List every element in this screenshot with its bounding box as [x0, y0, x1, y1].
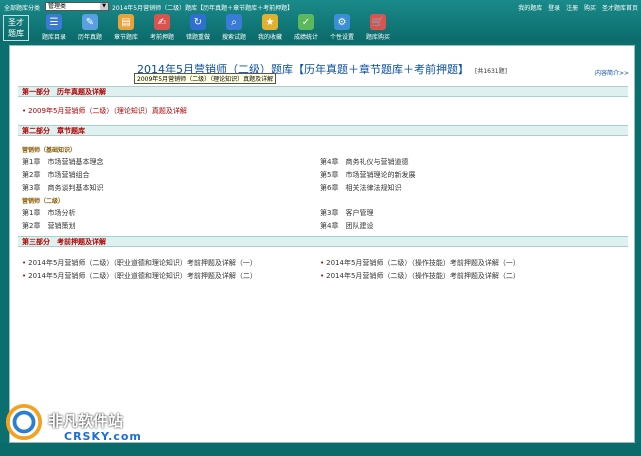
- toolbar-button-label: 历年真题: [77, 34, 102, 41]
- list-item-label: 2014年5月营销师（二级）（职业道德和理论知识）考前押题及详解（一）: [28, 259, 257, 267]
- exam-paper-icon: ✎: [82, 14, 98, 30]
- list-item[interactable]: 第3章 客户管理: [320, 208, 373, 218]
- bullet-icon: •: [22, 107, 27, 115]
- category-select-value: 管理类: [48, 3, 67, 10]
- group-title: 营销师（基础知识）: [22, 147, 77, 154]
- list-item[interactable]: 第2章 营销策划: [22, 221, 75, 231]
- toolbar-button-catalog[interactable]: ☰ 题库目录: [36, 14, 72, 42]
- link-login[interactable]: 登录: [548, 5, 560, 12]
- toolbar-button-exam-paper[interactable]: ✎ 历年真题: [72, 14, 108, 42]
- favorite-icon: ★: [262, 14, 278, 30]
- link-home[interactable]: 圣才题库首页: [602, 5, 638, 12]
- window-title: 2014年5月营销师（二级）题库【历年真题＋章节题库＋考前押题】: [112, 5, 294, 12]
- toolbar-button-label: 错题重做: [185, 34, 210, 41]
- list-item[interactable]: • 2014年5月营销师（二级）（职业道德和理论知识）考前押题及详解（一）: [22, 258, 257, 268]
- category-select[interactable]: 管理类 ▼: [45, 2, 109, 11]
- list-item[interactable]: 第4章 商务礼仪与营销道德: [320, 157, 408, 167]
- toolbar-button-label: 搜索试题: [221, 34, 246, 41]
- list-item[interactable]: 第1章 市场分析: [22, 208, 75, 218]
- cart-icon: 🛒: [370, 14, 386, 30]
- bullet-icon: •: [320, 259, 325, 267]
- toolbar-button-label: 我的收藏: [257, 34, 282, 41]
- toolbar-button-statistics[interactable]: ✓ 成绩统计: [288, 14, 324, 42]
- toolbar-button-favorite[interactable]: ★ 我的收藏: [252, 14, 288, 42]
- toolbar-button-forecast[interactable]: ✍ 考前押题: [144, 14, 180, 42]
- list-item[interactable]: • 2009年5月营销师（二级）（理论知识）真题及详解: [22, 106, 187, 116]
- list-item[interactable]: 第2章 市场营销组合: [22, 170, 89, 180]
- bullet-icon: •: [320, 272, 325, 280]
- list-item[interactable]: • 2014年5月营销师（二级）（操作技能）考前押题及详解（二）: [320, 271, 520, 281]
- tooltip: 2009年5月营销师（二级）（理论知识）真题及详解: [134, 73, 277, 84]
- list-item-label: 2014年5月营销师（二级）（操作技能）考前押题及详解（一）: [326, 259, 520, 267]
- category-label: 全部题库分类: [4, 5, 41, 12]
- watermark-text: 非凡软件站: [48, 412, 124, 430]
- group-title: 营销师（二级）: [22, 198, 65, 205]
- statistics-icon: ✓: [298, 14, 314, 30]
- toolbar-button-label: 题库购买: [365, 34, 390, 41]
- chapter-icon: ▤: [118, 14, 134, 30]
- list-item[interactable]: 第6章 相关法律法规知识: [320, 183, 401, 193]
- bullet-icon: •: [22, 259, 27, 267]
- toolbar-button-label: 个性设置: [329, 34, 354, 41]
- question-count: [共1631题]: [475, 68, 507, 75]
- list-item-label: 2009年5月营销师（二级）（理论知识）真题及详解: [28, 107, 187, 115]
- watermark-subtext: CRSKY.com: [64, 430, 142, 443]
- forecast-icon: ✍: [154, 14, 170, 30]
- intro-link[interactable]: 内容简介>>: [595, 68, 629, 77]
- toolbar-button-cart[interactable]: 🛒 题库购买: [360, 14, 396, 42]
- section-header-part3: 第三部分 考前押题及详解: [18, 236, 628, 247]
- toolbar-button-label: 题库目录: [41, 34, 66, 41]
- list-item[interactable]: • 2014年5月营销师（二级）（操作技能）考前押题及详解（一）: [320, 258, 520, 268]
- search-icon: ⌕: [226, 14, 242, 30]
- toolbar-button-label: 成绩统计: [293, 34, 318, 41]
- top-bar: 全部题库分类 管理类 ▼ 2014年5月营销师（二级）题库【历年真题＋章节题库＋…: [0, 0, 641, 42]
- toolbar: ☰ 题库目录 ✎ 历年真题 ▤ 章节题库 ✍ 考前押题 ↻ 错题重做 ⌕ 搜索试题 ★ 我的收藏 ✓ 成绩统计…: [36, 14, 396, 42]
- app-logo-text: 圣才题库: [8, 18, 24, 38]
- toolbar-button-chapter[interactable]: ▤ 章节题库: [108, 14, 144, 42]
- content-panel: 2014年5月营销师（二级）题库【历年真题＋章节题库＋考前押题】 [共1631题]…: [9, 45, 635, 443]
- list-item[interactable]: 第3章 商务谈判基本知识: [22, 183, 103, 193]
- link-my-bank[interactable]: 我的题库: [518, 5, 542, 12]
- list-item-label: 2014年5月营销师（二级）（职业道德和理论知识）考前押题及详解（二）: [28, 272, 257, 280]
- toolbar-button-redo[interactable]: ↻ 错题重做: [180, 14, 216, 42]
- section-header-part1: 第一部分 历年真题及详解: [18, 86, 628, 97]
- toolbar-button-label: 考前押题: [149, 34, 174, 41]
- redo-icon: ↻: [190, 14, 206, 30]
- page-title: 2014年5月营销师（二级）题库【历年真题＋章节题库＋考前押题】 [共1631题]: [10, 61, 634, 77]
- watermark-logo-icon: [5, 403, 43, 441]
- toolbar-button-label: 章节题库: [113, 34, 138, 41]
- list-item[interactable]: 第4章 团队建设: [320, 221, 373, 231]
- chevron-down-icon[interactable]: ▼: [100, 3, 108, 10]
- status-bar: [0, 443, 641, 456]
- catalog-icon: ☰: [46, 14, 62, 30]
- section-header-part2: 第二部分 章节题库: [18, 125, 628, 136]
- link-buy[interactable]: 购买: [584, 5, 596, 12]
- link-register[interactable]: 注册: [566, 5, 578, 12]
- bullet-icon: •: [22, 272, 27, 280]
- list-item-label: 2014年5月营销师（二级）（操作技能）考前押题及详解（二）: [326, 272, 520, 280]
- list-item[interactable]: • 2014年5月营销师（二级）（职业道德和理论知识）考前押题及详解（二）: [22, 271, 257, 281]
- list-item[interactable]: 第1章 市场营销基本理念: [22, 157, 103, 167]
- list-item[interactable]: 第5章 市场营销理论的新发展: [320, 170, 415, 180]
- settings-icon: ⚙: [334, 14, 350, 30]
- toolbar-button-settings[interactable]: ⚙ 个性设置: [324, 14, 360, 42]
- toolbar-button-search[interactable]: ⌕ 搜索试题: [216, 14, 252, 42]
- top-links: 我的题库 登录 注册 购买 圣才题库首页: [514, 3, 638, 12]
- app-logo: 圣才题库: [3, 15, 29, 41]
